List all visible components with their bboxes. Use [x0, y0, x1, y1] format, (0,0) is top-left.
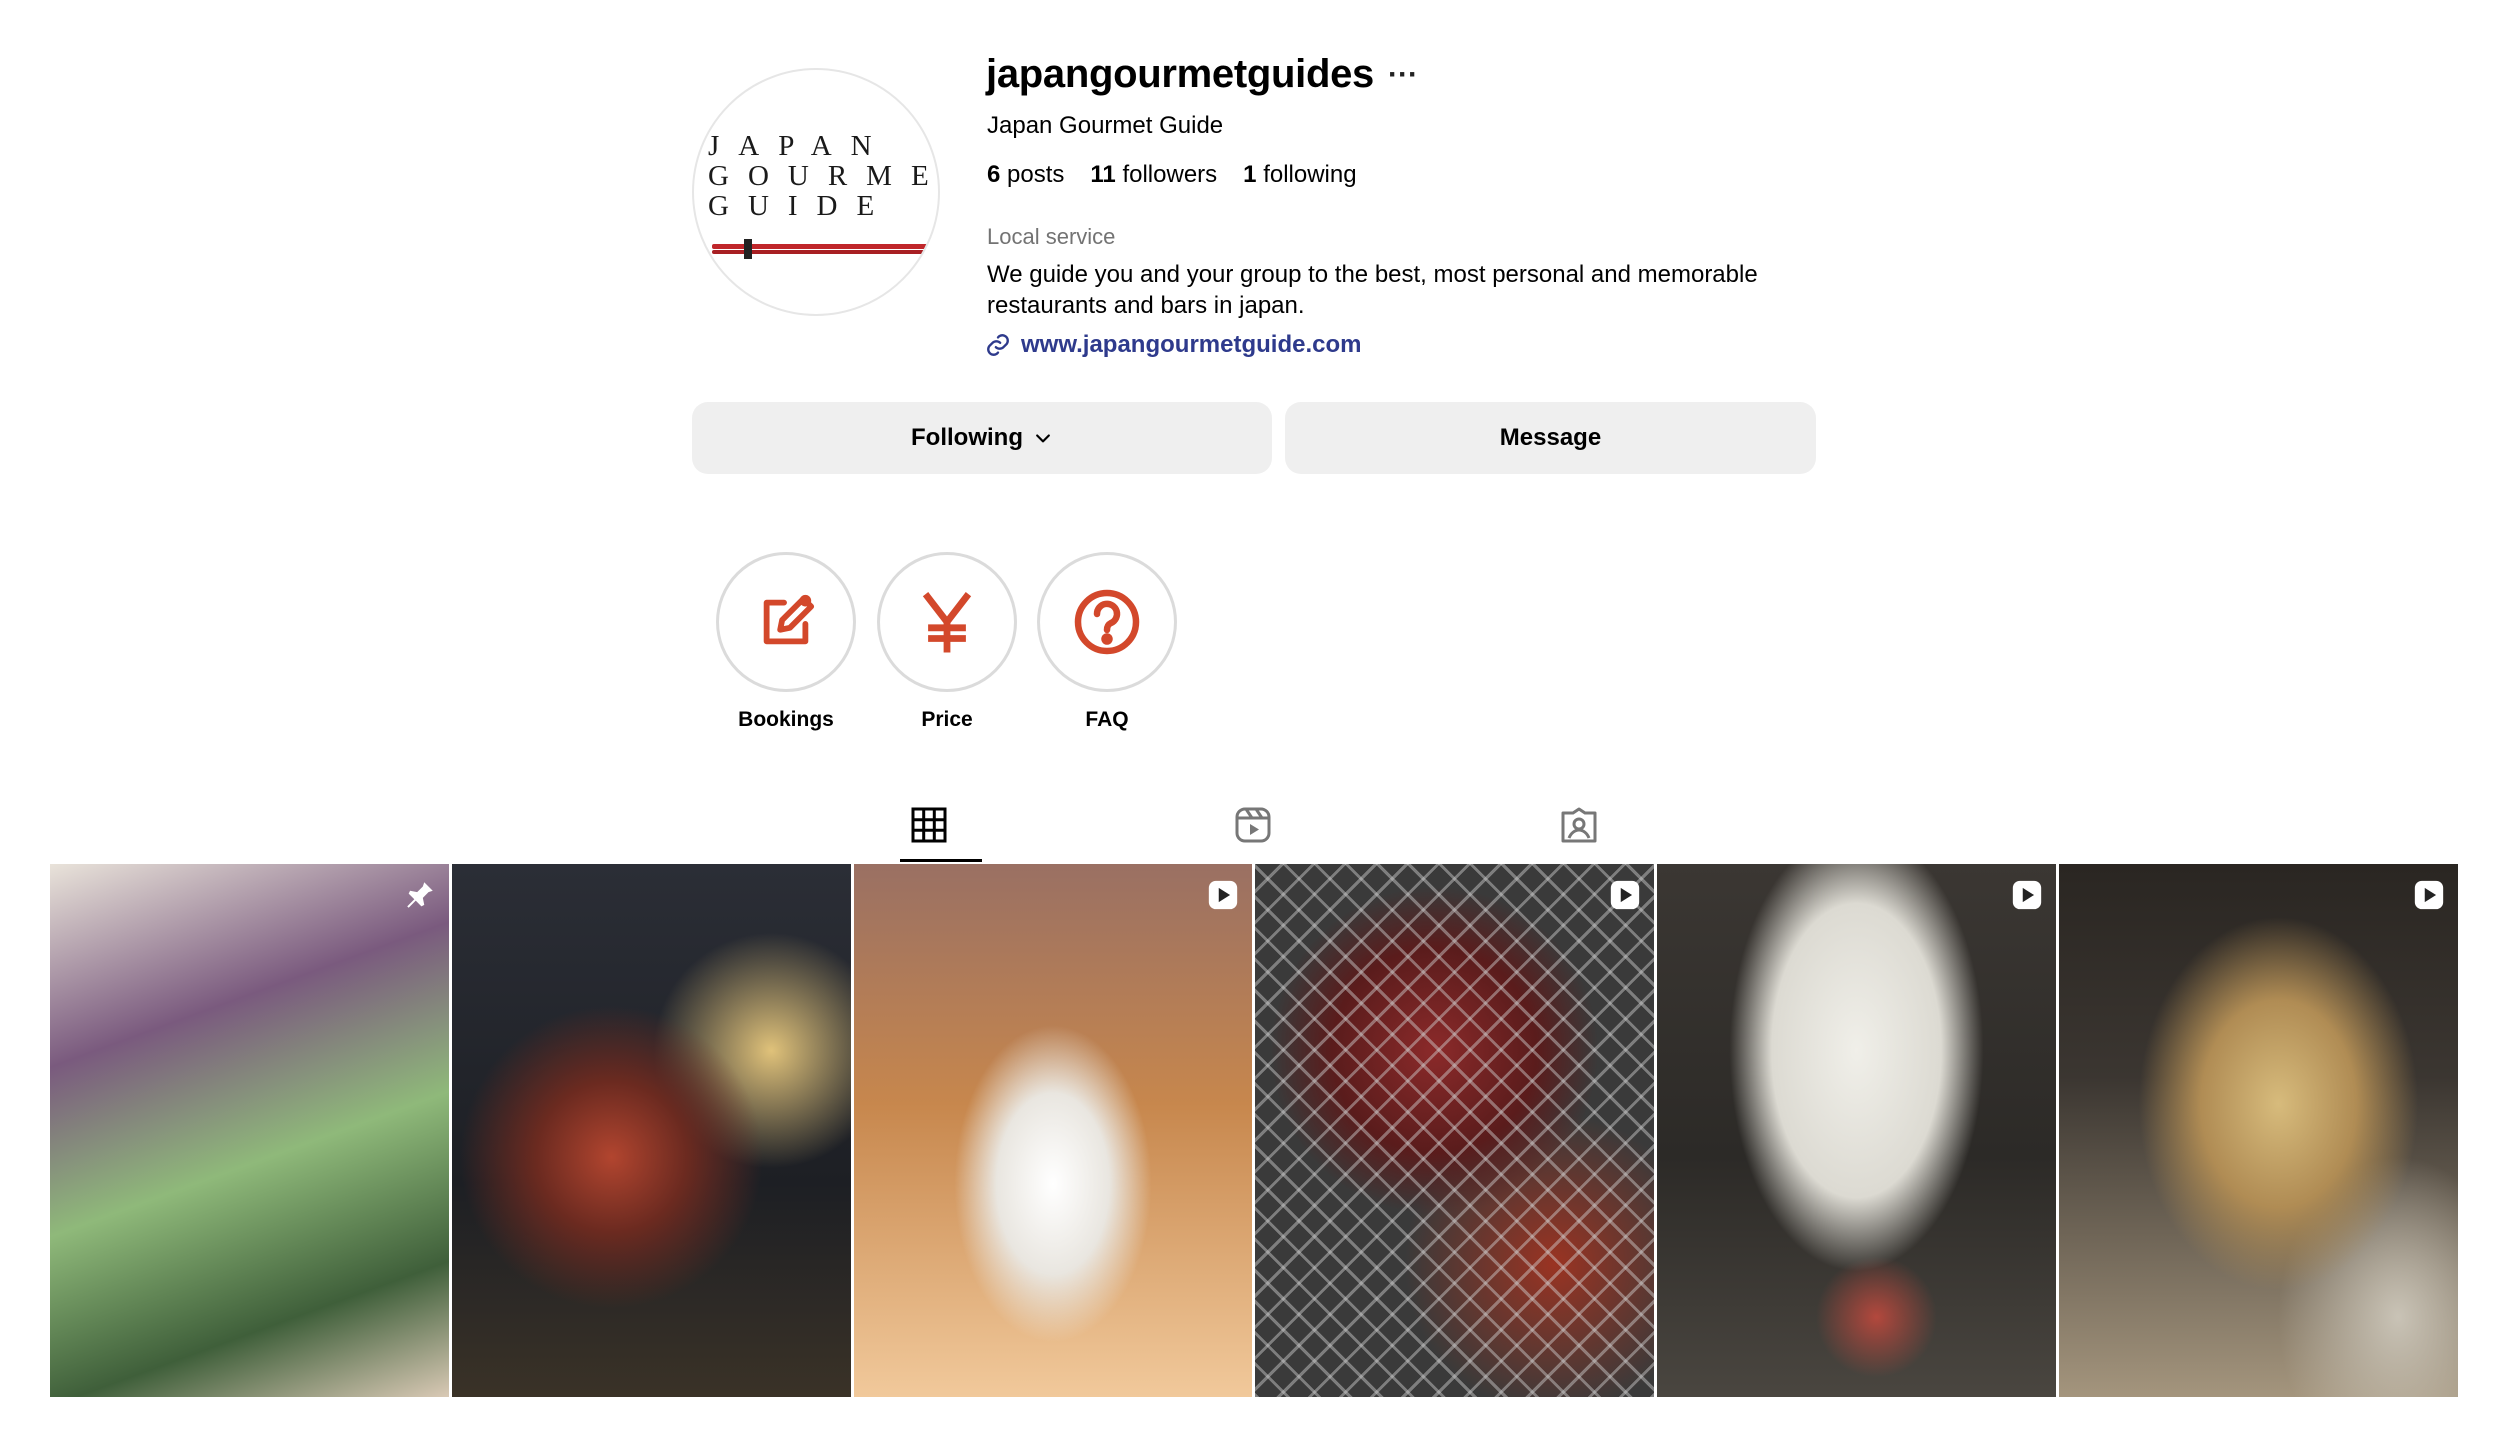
avatar-logo-line-2: GOURMET	[708, 160, 938, 192]
post-tile[interactable]	[1657, 864, 2057, 1397]
highlight-label-bookings: Bookings	[738, 708, 834, 731]
chopsticks-icon	[712, 239, 928, 259]
message-button[interactable]: Message	[1285, 402, 1816, 474]
profile-bio: We guide you and your group to the best,…	[987, 259, 1787, 321]
message-button-label: Message	[1499, 424, 1602, 451]
following-button[interactable]: Following	[692, 402, 1272, 474]
profile-username: japangourmetguides	[986, 52, 1374, 96]
bio-line-1: We guide you and your group to the best,…	[987, 261, 1758, 288]
highlight-label-faq: FAQ	[1085, 708, 1129, 731]
post-tile[interactable]	[451, 864, 851, 1397]
bio-line-2: restaurants and bars in japan.	[987, 292, 1305, 319]
reel-badge-icon	[2414, 880, 2444, 910]
more-options-button[interactable]: ···	[1388, 58, 1418, 92]
post-tile[interactable]	[50, 864, 449, 1397]
grid-icon[interactable]	[909, 805, 949, 845]
post-tile[interactable]	[1255, 864, 1655, 1397]
reel-badge-icon	[1209, 880, 1238, 910]
reel-badge-icon	[1611, 880, 1640, 910]
post-tile[interactable]	[853, 864, 1253, 1397]
reels-icon[interactable]	[1233, 805, 1273, 845]
following-link[interactable]: 1 following	[1243, 161, 1356, 189]
active-tab-indicator	[900, 859, 982, 862]
following-button-label: Following	[911, 424, 1023, 451]
question-icon	[1074, 589, 1140, 655]
yen-icon	[922, 592, 972, 653]
profile-avatar[interactable]: JAPAN GOURMET GUIDE	[692, 68, 940, 316]
website-url: www.japangourmetguide.com	[1021, 331, 1362, 358]
edit-icon	[763, 594, 815, 645]
highlight-price[interactable]	[877, 552, 1017, 692]
highlight-label-price: Price	[921, 708, 973, 731]
highlight-bookings[interactable]	[716, 552, 856, 692]
chevron-down-icon	[1036, 434, 1050, 443]
profile-category: Local service	[987, 224, 1116, 249]
avatar-logo-line-1: JAPAN	[708, 130, 891, 162]
pin-icon	[407, 882, 433, 908]
tagged-icon[interactable]	[1559, 805, 1599, 845]
post-tile[interactable]	[2059, 864, 2458, 1397]
avatar-logo-line-3: GUIDE	[708, 190, 894, 222]
highlight-faq[interactable]	[1037, 552, 1177, 692]
followers-link[interactable]: 11 followers	[1090, 161, 1217, 189]
website-link[interactable]: www.japangourmetguide.com	[985, 331, 1361, 359]
link-icon	[987, 334, 1009, 356]
profile-stats: 6 posts 11 followers 1 following	[987, 161, 1357, 189]
posts-grid	[50, 864, 2458, 1397]
posts-count: 6 posts	[987, 161, 1065, 188]
profile-full-name: Japan Gourmet Guide	[987, 112, 1224, 139]
reel-badge-icon	[2012, 880, 2042, 910]
